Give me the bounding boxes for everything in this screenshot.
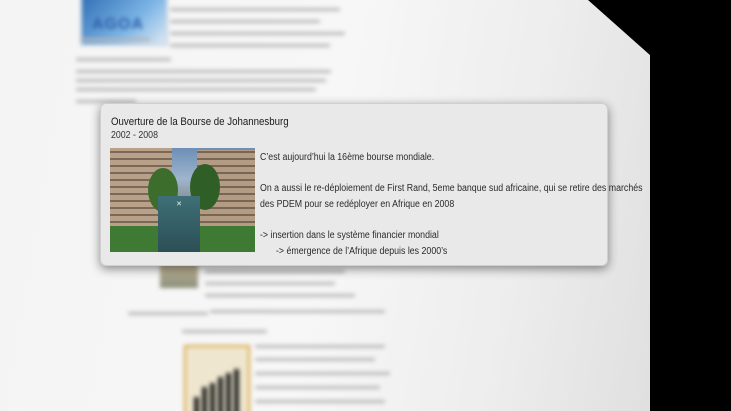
- popup-period: 2002 - 2008: [111, 130, 158, 141]
- chart-thumbnail: [184, 345, 250, 411]
- event-popup[interactable]: Ouverture de la Bourse de Johannesburg 2…: [100, 103, 643, 266]
- jse-monument: ✕: [158, 196, 200, 252]
- popup-line-5: -> émergence de l’Afrique depuis les 200…: [276, 246, 448, 257]
- jse-photo: ✕: [110, 148, 255, 252]
- logo-text: AGOA: [92, 16, 144, 33]
- popup-line-3: des PDEM pour se redéployer en Afrique e…: [260, 199, 455, 210]
- popup-title: Ouverture de la Bourse de Johannesburg: [111, 116, 289, 128]
- popup-line-2: On a aussi le re-déploiement de First Ra…: [260, 183, 643, 194]
- popup-line-1: C’est aujourd’hui la 16ème bourse mondia…: [260, 152, 435, 163]
- popup-line-4: -> insertion dans le système financier m…: [260, 230, 439, 241]
